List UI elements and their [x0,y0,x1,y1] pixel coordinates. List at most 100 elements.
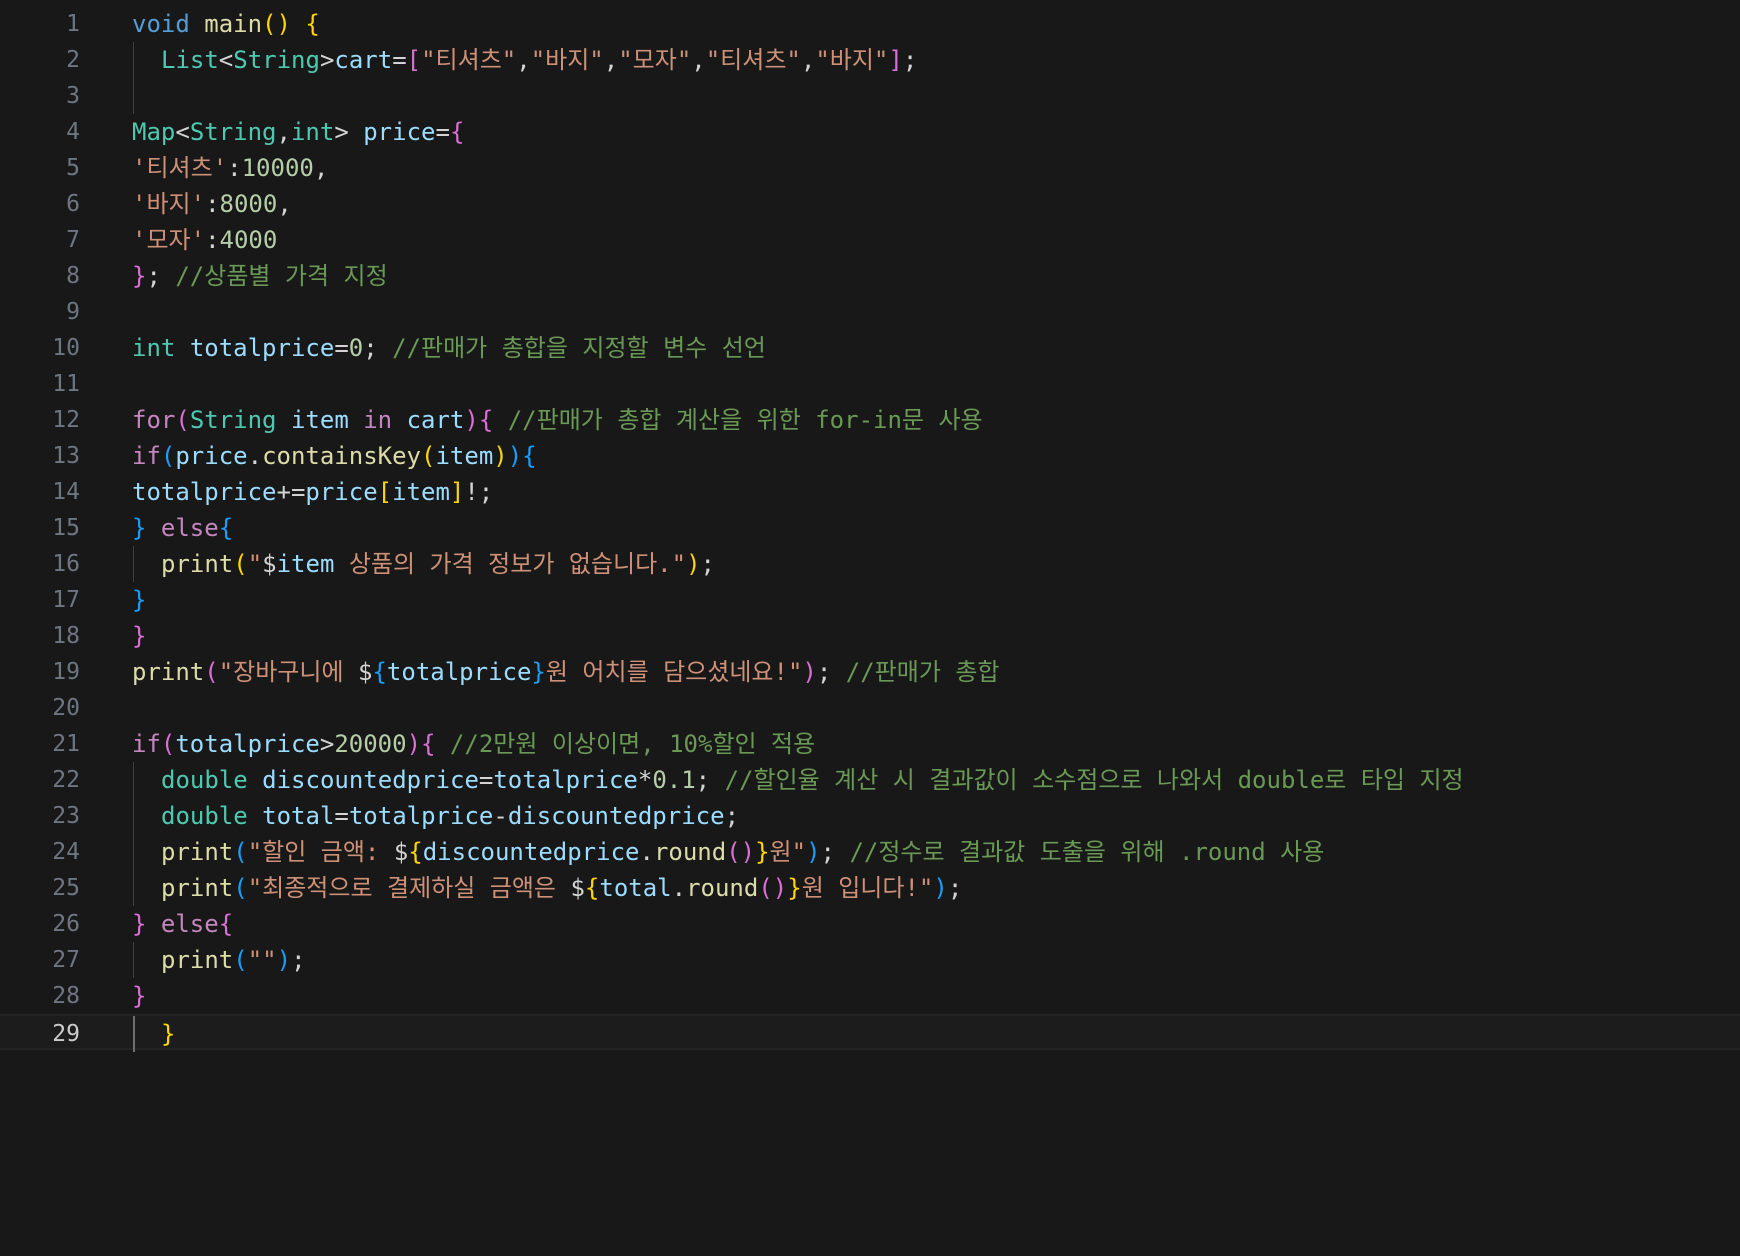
code-text: print(""); [161,942,306,978]
code-text: } [132,582,146,618]
code-token: 0 [348,334,364,362]
line-number: 6 [66,191,80,217]
indent-guide [133,78,134,114]
code-token: //판매가 총합을 지정할 변수 선언 [392,334,766,362]
code-token: ( [204,658,219,686]
code-token: totalprice [175,730,320,758]
line-number: 16 [52,551,80,577]
code-token: , [276,118,291,146]
code-token: ; [902,46,918,74]
code-token: for [132,406,176,434]
code-token: $ [358,658,373,686]
code-token: Map [132,118,176,146]
indent-guide [133,546,134,582]
code-line[interactable]: 16 print("$item 상품의 가격 정보가 없습니다."); [0,546,1740,582]
code-token: 20000 [334,730,407,758]
code-line[interactable]: 4 Map<String,int> price={ [0,114,1740,150]
code-line[interactable]: 13 if(price.containsKey(item)){ [0,438,1740,474]
line-number: 17 [52,587,80,613]
code-token: price [305,478,378,506]
code-token: '티셔츠' [132,154,228,182]
code-token: if [132,442,161,470]
code-line[interactable]: 12 for(String item in cart){ //판매가 총합 계산을… [0,402,1740,438]
code-text: for(String item in cart){ //판매가 총합 계산을 위… [132,402,983,438]
code-text: List<String>cart=["티셔츠","바지","모자","티셔츠",… [161,42,917,78]
indent-guide [133,942,134,978]
code-token: { [305,10,320,38]
code-token: discountedprice [422,838,640,866]
code-token: 원" [769,838,807,866]
line-number: 3 [66,83,80,109]
code-line[interactable]: 20 [0,690,1740,726]
line-number: 13 [52,443,80,469]
code-line[interactable]: 22 double discountedprice=totalprice*0.1;… [0,762,1740,798]
code-token: ) [806,838,821,866]
line-number: 14 [52,479,80,505]
line-number: 18 [52,623,80,649]
code-token: int [290,118,335,146]
code-token: ) [933,874,948,902]
code-line[interactable]: 11 [0,366,1740,402]
line-number: 2 [66,47,80,73]
code-line[interactable]: 17} [0,582,1740,618]
code-token: } [787,874,802,902]
code-line[interactable]: 19 print("장바구니에 ${totalprice}원 어치를 담으셨네요!… [0,654,1740,690]
code-token: round [653,838,727,866]
code-text: }; //상품별 가격 지정 [132,258,388,294]
code-line[interactable]: 10 int totalprice=0; //판매가 총합을 지정할 변수 선언 [0,330,1740,366]
code-line[interactable]: 2 List<String>cart=["티셔츠","바지","모자","티셔츠"… [0,42,1740,78]
line-number: 12 [52,407,80,433]
code-token: = [392,46,407,74]
code-line[interactable]: 28} [0,978,1740,1014]
code-line[interactable]: 24 print("할인 금액: ${discountedprice.round(… [0,834,1740,870]
code-token: 원 입니다!" [801,874,934,902]
code-text: '모자':4000 [132,222,277,258]
code-token: } [132,262,147,290]
code-token: totalprice [348,802,494,830]
code-line[interactable]: 25 print("최종적으로 결제하실 금액은 ${total.round()}… [0,870,1740,906]
code-token: 8000 [219,190,278,218]
code-token: ) [493,442,508,470]
code-line[interactable]: 6 '바지':8000, [0,186,1740,222]
code-line[interactable]: 1 void main() { [0,6,1740,42]
code-line[interactable]: 27 print(""); [0,942,1740,978]
code-token: { [408,838,423,866]
code-line[interactable]: 26} else{ [0,906,1740,942]
code-token: ; [947,874,963,902]
code-token: += [276,478,306,506]
code-token: ; [146,262,176,290]
code-token: price [363,118,436,146]
code-line[interactable]: 9 [0,294,1740,330]
code-line[interactable]: 3 [0,78,1740,114]
line-number: 9 [66,299,80,325]
code-line[interactable]: 23 double total=totalprice-discountedpric… [0,798,1740,834]
line-number: 22 [52,767,80,793]
code-token: "티셔츠" [421,46,517,74]
indent-guide [133,834,134,870]
code-line[interactable]: 14 totalprice+=price[item]!; [0,474,1740,510]
code-text: } [132,618,146,654]
code-line[interactable]: 7 '모자':4000 [0,222,1740,258]
code-token: total [599,874,672,902]
indent-guide [133,42,134,78]
code-line[interactable]: 8}; //상품별 가격 지정 [0,258,1740,294]
code-line[interactable]: 21 if(totalprice>20000){ //2만원 이상이면, 10%할… [0,726,1740,762]
code-token: $ [262,550,277,578]
code-text: double total=totalprice-discountedprice; [161,798,739,834]
code-token: - [493,802,508,830]
code-token: 상품의 가격 정보가 없습니다." [334,550,687,578]
code-text: void main() { [132,6,320,42]
line-number: 10 [52,335,80,361]
code-line[interactable]: 5 '티셔츠':10000, [0,150,1740,186]
code-editor[interactable]: 1 void main() { 2 List<String>cart=["티셔츠","… [0,0,1740,1256]
code-token: () [758,874,788,902]
code-text: print("최종적으로 결제하실 금액은 ${total.round()}원 … [161,870,962,906]
code-line[interactable]: 15} else{ [0,510,1740,546]
code-token: ; [363,334,393,362]
code-line[interactable]: 18} [0,618,1740,654]
code-line[interactable]: 29} [0,1014,1740,1052]
